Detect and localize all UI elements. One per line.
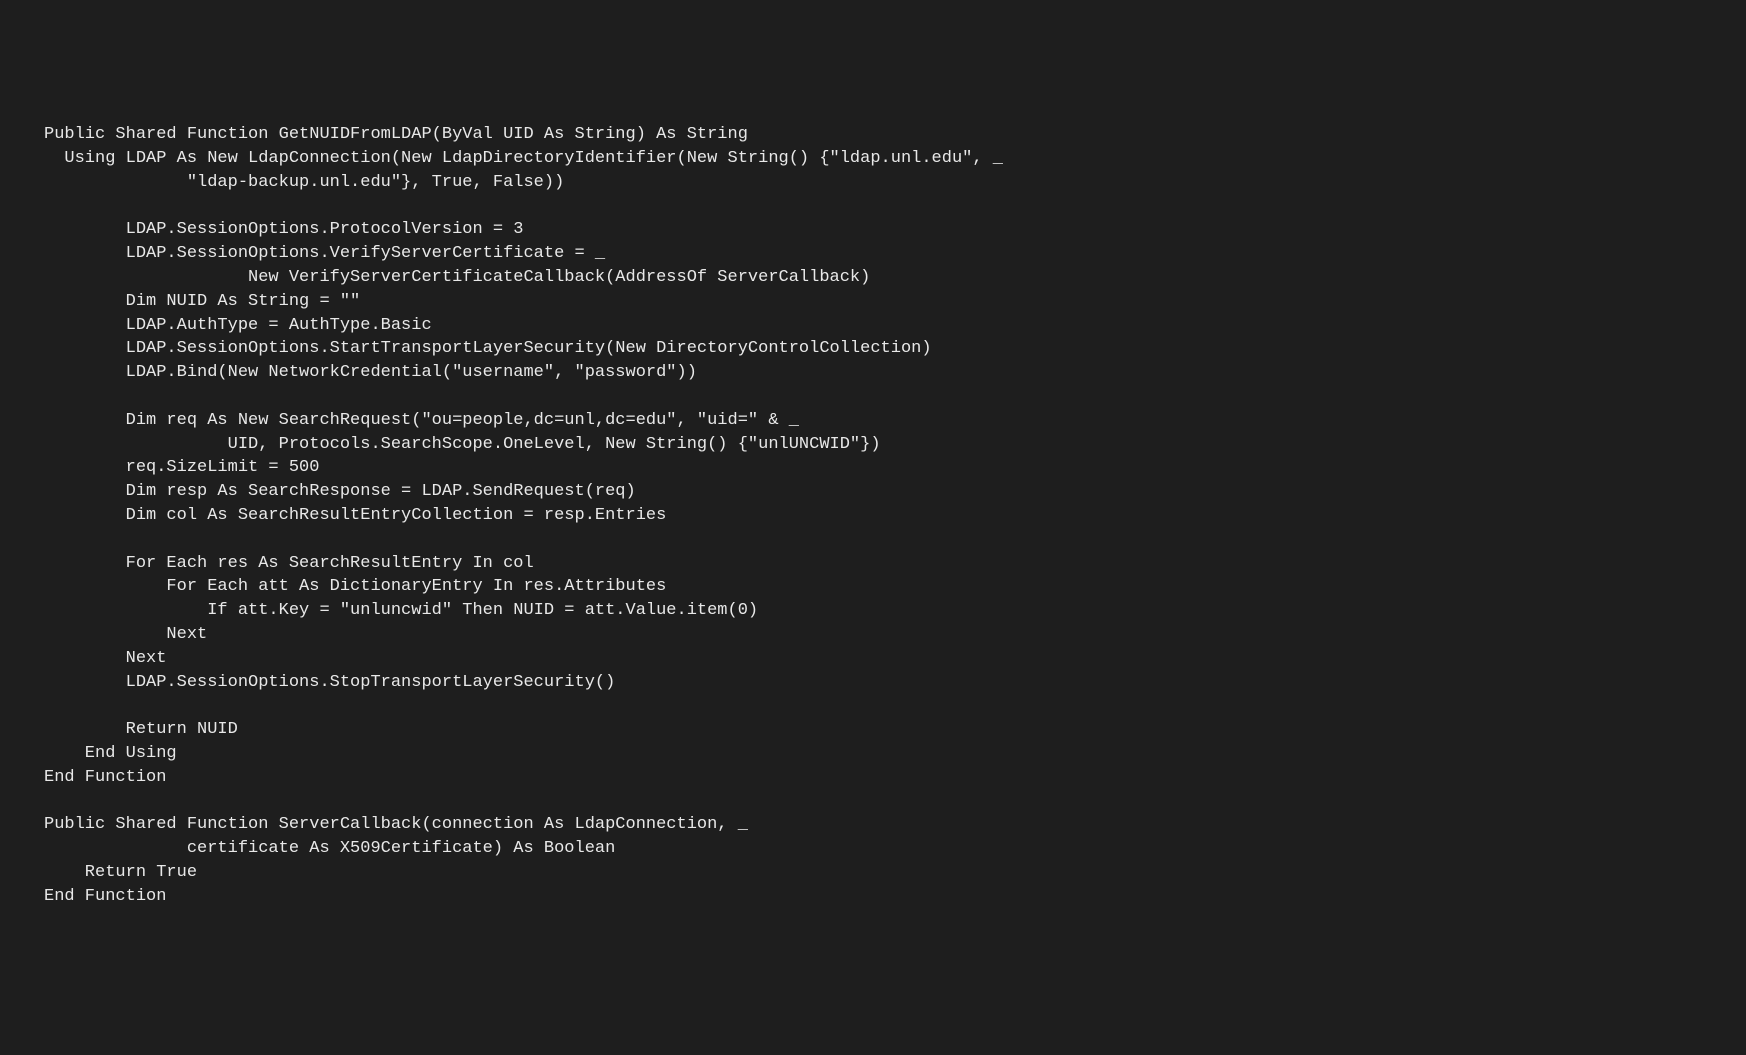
code-line: Dim resp As SearchResponse = LDAP.SendRe… — [44, 482, 636, 501]
code-line: Dim NUID As String = "" — [44, 292, 360, 311]
code-line: Public Shared Function GetNUIDFromLDAP(B… — [44, 125, 748, 144]
code-line: End Function — [44, 887, 166, 906]
code-line: For Each att As DictionaryEntry In res.A… — [44, 577, 666, 596]
code-line: LDAP.SessionOptions.StopTransportLayerSe… — [44, 673, 615, 692]
code-line: If att.Key = "unluncwid" Then NUID = att… — [44, 601, 758, 620]
code-line: Next — [44, 625, 207, 644]
code-line: "ldap-backup.unl.edu"}, True, False)) — [44, 173, 564, 192]
code-line: End Function — [44, 768, 166, 787]
code-line: Next — [44, 649, 166, 668]
code-line: Public Shared Function ServerCallback(co… — [44, 815, 748, 834]
code-line: req.SizeLimit = 500 — [44, 458, 319, 477]
code-line: Using LDAP As New LdapConnection(New Lda… — [44, 149, 1003, 168]
code-line: LDAP.SessionOptions.VerifyServerCertific… — [44, 244, 605, 263]
code-line: Dim req As New SearchRequest("ou=people,… — [44, 411, 799, 430]
code-line: certificate As X509Certificate) As Boole… — [44, 839, 615, 858]
code-line: Return True — [44, 863, 197, 882]
code-line: Return NUID — [44, 720, 238, 739]
code-line: For Each res As SearchResultEntry In col — [44, 554, 534, 573]
code-line: LDAP.SessionOptions.ProtocolVersion = 3 — [44, 220, 523, 239]
code-line: End Using — [44, 744, 177, 763]
code-line: LDAP.Bind(New NetworkCredential("usernam… — [44, 363, 697, 382]
code-block: Public Shared Function GetNUIDFromLDAP(B… — [44, 123, 1702, 908]
code-line: LDAP.AuthType = AuthType.Basic — [44, 316, 432, 335]
code-line: Dim col As SearchResultEntryCollection =… — [44, 506, 666, 525]
code-line: LDAP.SessionOptions.StartTransportLayerS… — [44, 339, 932, 358]
code-line: UID, Protocols.SearchScope.OneLevel, New… — [44, 435, 881, 454]
code-line: New VerifyServerCertificateCallback(Addr… — [44, 268, 870, 287]
